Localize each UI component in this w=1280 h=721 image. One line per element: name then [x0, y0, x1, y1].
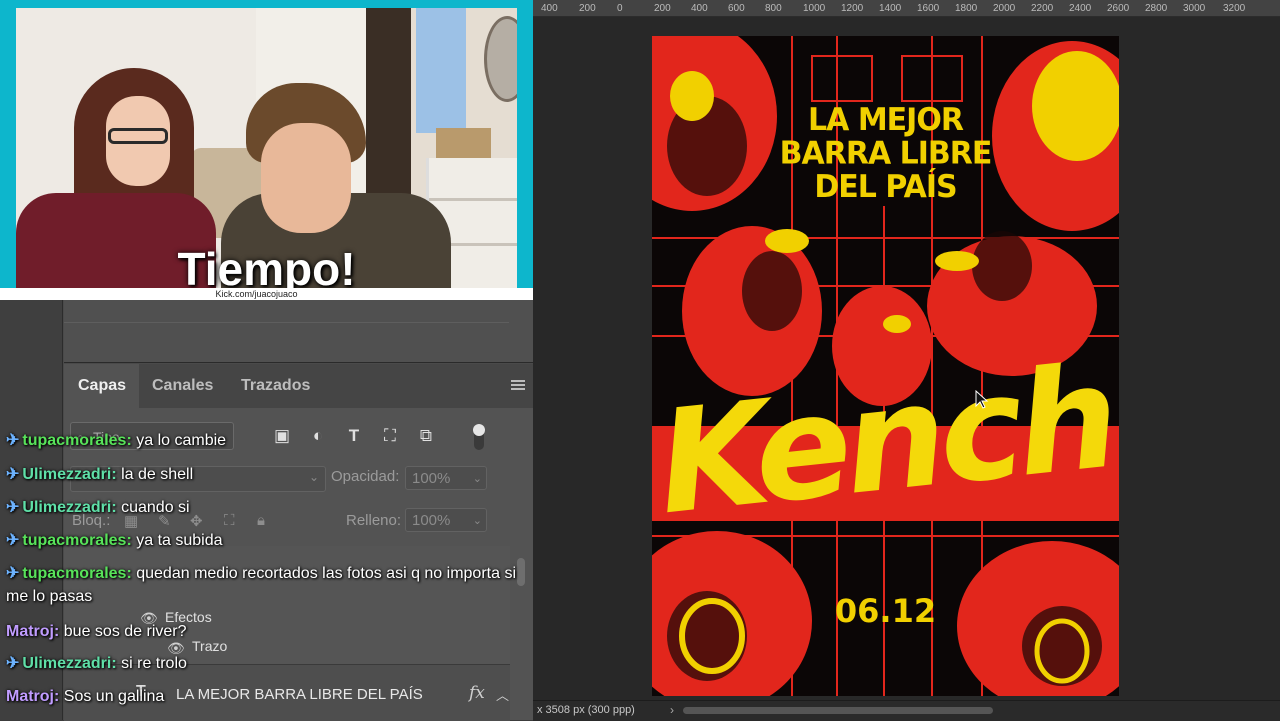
chat-badge-icon: ✈	[6, 466, 20, 483]
tab-trazados[interactable]: Trazados	[241, 377, 310, 395]
chat-username[interactable]: Ulimezzadri	[22, 655, 111, 672]
chat-username[interactable]: Matroj	[6, 623, 54, 640]
webcam-overlay: Tiempo! Kick.com/juacojuaco	[0, 0, 533, 300]
document-info[interactable]: x 3508 px (300 ppp)	[537, 704, 635, 716]
webcam-footer: Kick.com/juacojuaco	[0, 288, 533, 300]
webcam-caption: Tiempo!	[177, 243, 356, 288]
tab-canales[interactable]: Canales	[152, 377, 213, 395]
chat-username[interactable]: Ulimezzadri	[22, 499, 111, 516]
ruler-tick: 3000	[1183, 3, 1206, 14]
properties-panel	[64, 300, 533, 363]
poster-headline-line-1: LA MEJOR	[808, 101, 964, 139]
ruler-tick: 200	[654, 3, 671, 14]
ruler-tick: 2000	[993, 3, 1016, 14]
poster-date: 06.12	[834, 592, 937, 630]
chat-text: ya lo cambie	[136, 432, 227, 449]
webcam-video: Tiempo!	[16, 8, 517, 288]
layers-panel-tabs: Capas Canales Trazados	[64, 364, 533, 408]
chat-username[interactable]: Ulimezzadri	[22, 466, 111, 483]
status-expand-icon[interactable]: ›	[670, 703, 674, 717]
stream-url: Kick.com/juacojuaco	[215, 289, 298, 299]
chat-username[interactable]: tupacmorales	[22, 565, 126, 582]
ruler-tick: 600	[728, 3, 745, 14]
chat-message: ✈ Ulimezzadri: si re trolo	[6, 655, 187, 672]
chat-message: Matroj: Sos un gallina	[6, 688, 165, 705]
ruler-tick: 3200	[1223, 3, 1246, 14]
ruler-tick: 2800	[1145, 3, 1168, 14]
chat-text: la de shell	[121, 466, 194, 483]
chat-badge-icon: ✈	[6, 565, 20, 582]
panel-menu-icon[interactable]	[511, 380, 525, 390]
chat-text: bue sos de river?	[63, 623, 187, 640]
poster-headline-line-3: DEL PAÍS	[814, 168, 957, 206]
chat-text: cuando si	[121, 499, 190, 516]
status-bar: x 3508 px (300 ppp) ›	[533, 700, 1280, 721]
chat-text: si re trolo	[121, 655, 187, 672]
ruler-tick: 1200	[841, 3, 864, 14]
ruler-tick: 2600	[1107, 3, 1130, 14]
poster-artwork[interactable]: LA MEJOR BARRA LIBRE DEL PAÍS Kench 06.1…	[652, 36, 1119, 696]
horizontal-ruler[interactable]: 400 200 0 200 400 600 800 1000 1200 1400 1600 1800 2…	[533, 0, 1280, 17]
chat-username[interactable]: tupacmorales	[22, 432, 126, 449]
chat-badge-icon: ✈	[6, 655, 20, 672]
chat-badge-icon: ✈	[6, 499, 20, 516]
tab-capas[interactable]: Capas	[78, 377, 126, 395]
chat-text: ya ta subida	[136, 532, 223, 549]
chat-message: Matroj: bue sos de river?	[6, 623, 187, 640]
chat-message: ✈ Ulimezzadri: cuando si	[6, 499, 190, 516]
chat-message: ✈ Ulimezzadri: la de shell	[6, 466, 194, 483]
ruler-tick: 400	[691, 3, 708, 14]
mouse-cursor-icon	[975, 390, 989, 409]
chat-message: ✈ tupacmorales: ya lo cambie	[6, 432, 227, 449]
ruler-tick: 400	[541, 3, 558, 14]
chat-text: Sos un gallina	[63, 688, 165, 705]
chat-message: ✈ tupacmorales: quedan medio recortados l…	[6, 565, 516, 605]
poster-headline: LA MEJOR BARRA LIBRE DEL PAÍS	[652, 101, 1119, 206]
ruler-tick: 0	[617, 3, 623, 14]
horizontal-scrollbar[interactable]	[683, 707, 993, 714]
ruler-tick: 2200	[1031, 3, 1054, 14]
ruler-tick: 1600	[917, 3, 940, 14]
chat-username[interactable]: tupacmorales	[22, 532, 126, 549]
ruler-tick: 1800	[955, 3, 978, 14]
ruler-tick: 800	[765, 3, 782, 14]
ruler-tick: 1000	[803, 3, 826, 14]
ruler-tick: 2400	[1069, 3, 1092, 14]
ruler-tick: 200	[579, 3, 596, 14]
poster-headline-line-2: BARRA LIBRE	[779, 135, 993, 172]
chat-username[interactable]: Matroj	[6, 688, 54, 705]
ruler-tick: 1400	[879, 3, 902, 14]
chat-badge-icon: ✈	[6, 532, 20, 549]
chat-badge-icon: ✈	[6, 432, 20, 449]
chat-message: ✈ tupacmorales: ya ta subida	[6, 532, 223, 549]
